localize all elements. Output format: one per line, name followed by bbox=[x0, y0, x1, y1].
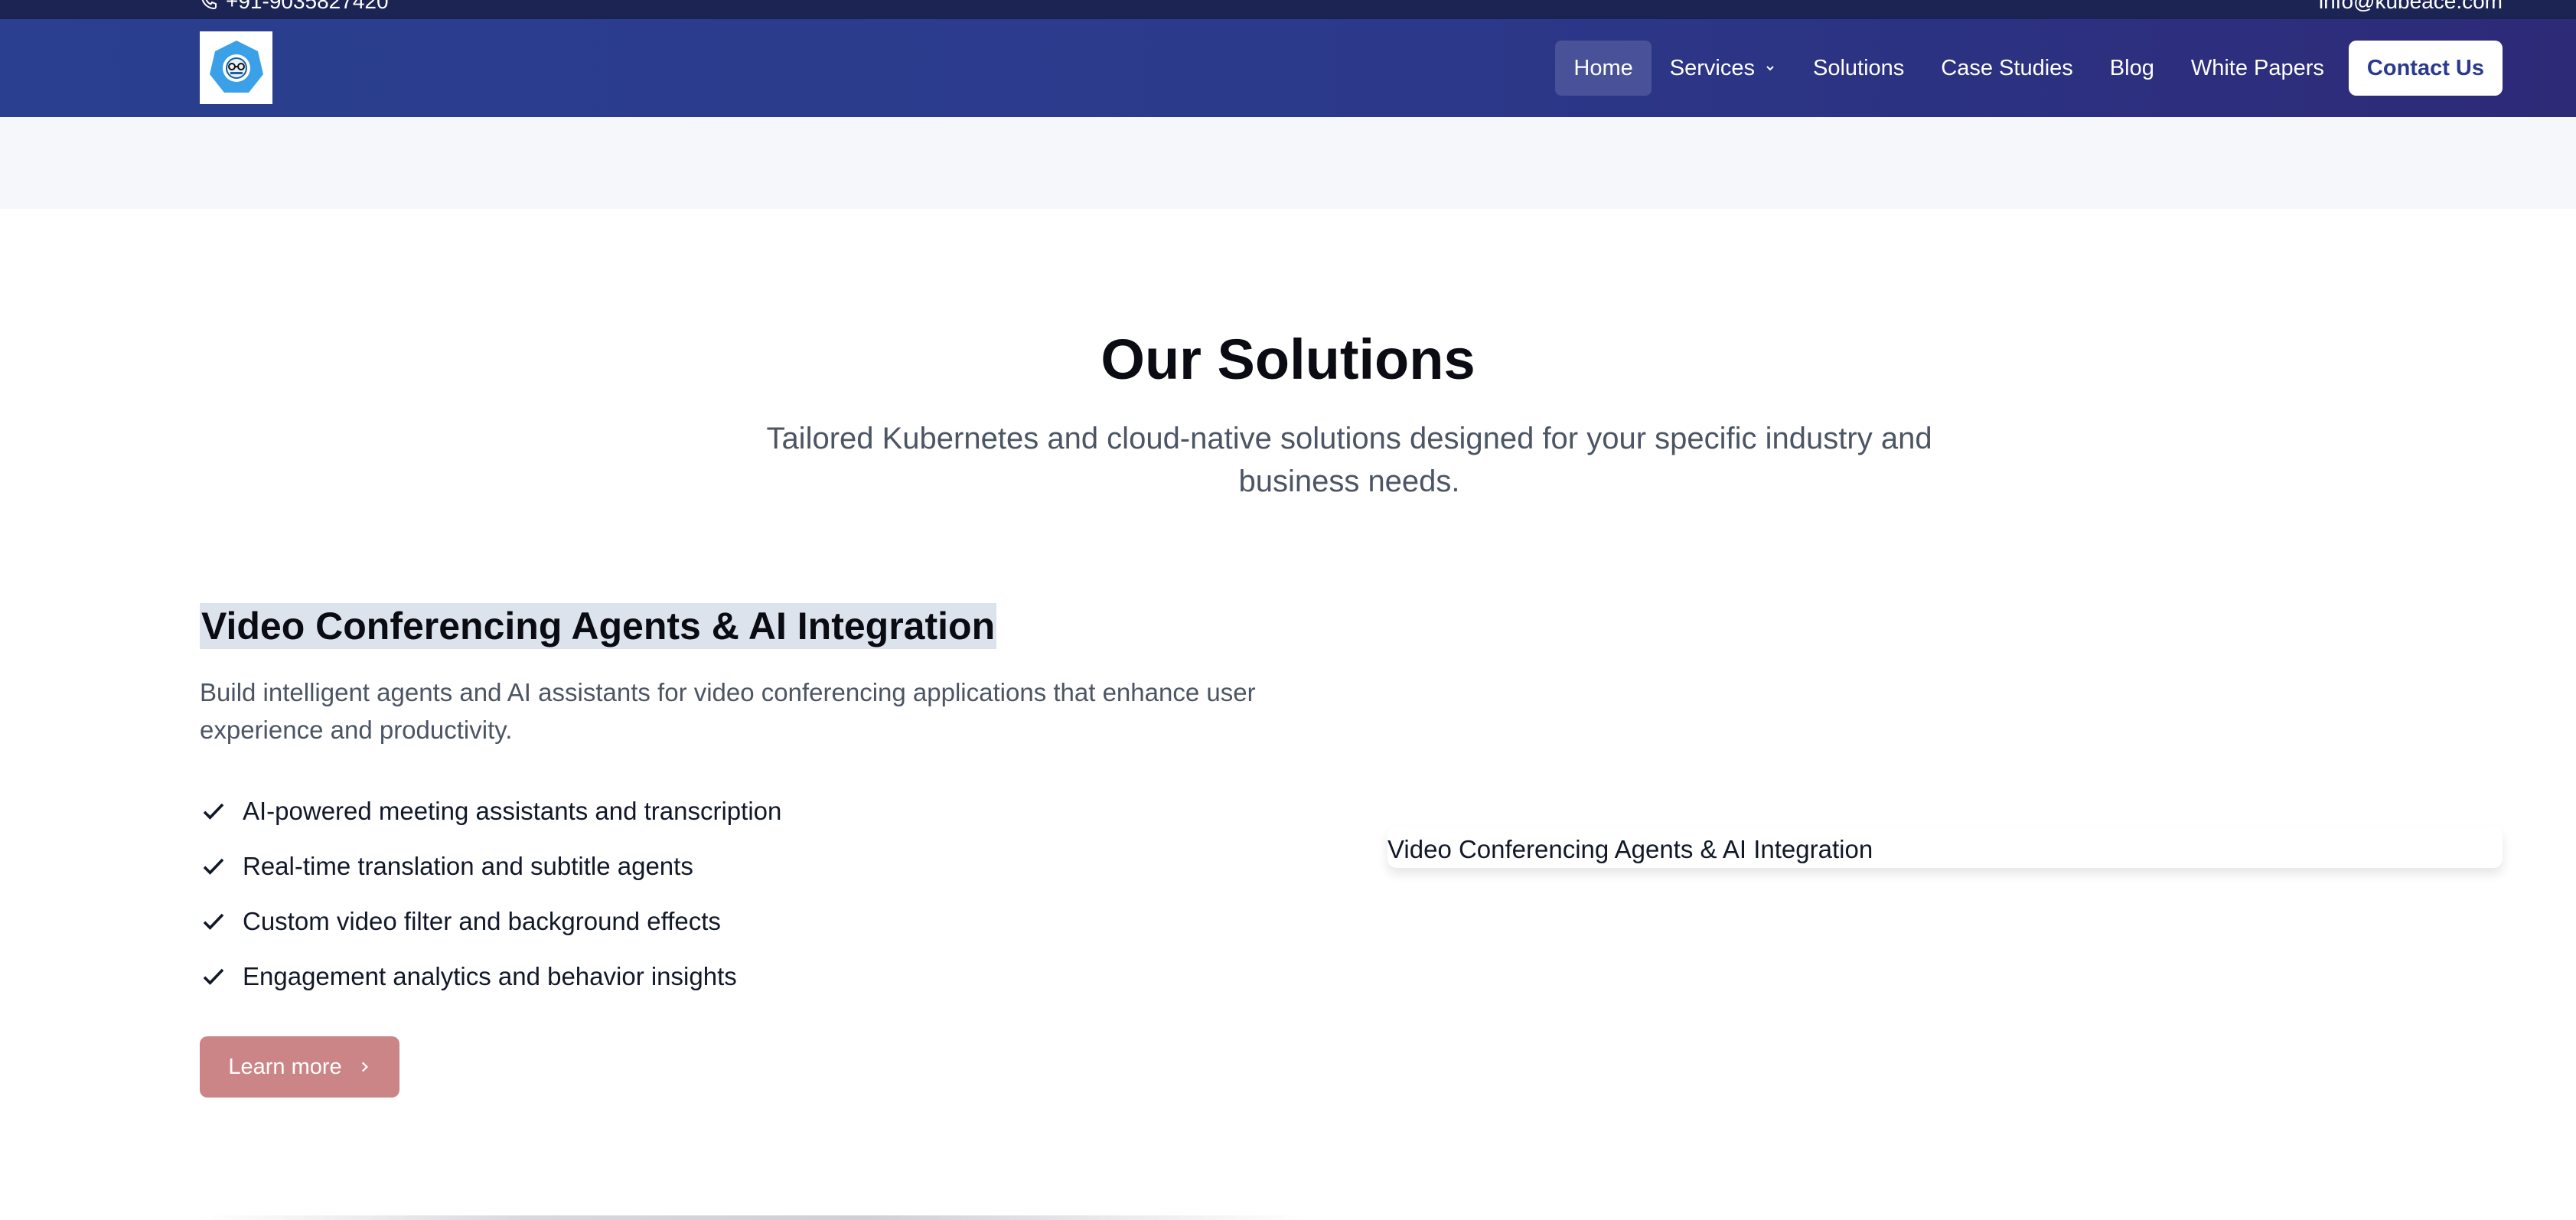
chevron-right-icon bbox=[361, 1062, 368, 1072]
feature-item: Custom video filter and background effec… bbox=[200, 894, 781, 949]
phone-number[interactable]: +91-9035827420 bbox=[226, 0, 389, 14]
nav-solutions-label: Solutions bbox=[1812, 55, 1905, 80]
section-title: Our Solutions bbox=[1101, 328, 1475, 391]
feature-list: AI-powered meeting assistants and transc… bbox=[200, 784, 781, 1004]
site-logo[interactable] bbox=[200, 31, 272, 104]
nav-item-white-papers[interactable]: White Papers bbox=[2173, 41, 2343, 96]
learn-more-button[interactable]: Learn more bbox=[200, 1036, 399, 1098]
main-navbar: Home Services Solutions Case Studies Blo… bbox=[0, 19, 2576, 117]
solution-image-card: Video Conferencing Agents & AI Integrati… bbox=[1387, 827, 2503, 868]
kubernetes-logo-icon bbox=[209, 40, 263, 93]
nav-item-home[interactable]: Home bbox=[1555, 41, 1652, 96]
check-icon bbox=[203, 913, 224, 930]
solution-title: Video Conferencing Agents & AI Integrati… bbox=[200, 603, 997, 649]
solution-description: Build intelligent agents and AI assistan… bbox=[200, 678, 1256, 744]
hero-band bbox=[0, 117, 2576, 209]
section-subtitle: Tailored Kubernetes and cloud-native sol… bbox=[766, 422, 1932, 498]
nav-item-blog[interactable]: Blog bbox=[2092, 41, 2173, 96]
solution-image-alt: Video Conferencing Agents & AI Integrati… bbox=[1387, 835, 1873, 863]
nav-item-services[interactable]: Services bbox=[1652, 41, 1795, 96]
feature-text: Custom video filter and background effec… bbox=[243, 907, 721, 935]
feature-item: Real-time translation and subtitle agent… bbox=[200, 839, 781, 894]
nav-home-label: Home bbox=[1573, 55, 1633, 80]
topbar-phone[interactable]: +91-9035827420 bbox=[200, 0, 389, 14]
nav-menu: Home Services Solutions Case Studies Blo… bbox=[1555, 41, 2503, 96]
feature-item: AI-powered meeting assistants and transc… bbox=[200, 784, 781, 839]
nav-case-studies-label: Case Studies bbox=[1941, 55, 2073, 80]
nav-services-label: Services bbox=[1669, 55, 1755, 80]
check-icon bbox=[203, 858, 224, 875]
feature-text: Real-time translation and subtitle agent… bbox=[243, 852, 693, 880]
nav-item-solutions[interactable]: Solutions bbox=[1795, 41, 1922, 96]
nav-item-case-studies[interactable]: Case Studies bbox=[1922, 41, 2092, 96]
feature-text: AI-powered meeting assistants and transc… bbox=[243, 797, 782, 825]
next-card-edge bbox=[200, 1215, 1309, 1220]
feature-item: Engagement analytics and behavior insigh… bbox=[200, 949, 781, 1004]
top-contact-bar: +91-9035827420 info@kubeace.com bbox=[0, 0, 2576, 19]
chevron-down-icon bbox=[1766, 66, 1774, 71]
nav-blog-label: Blog bbox=[2109, 55, 2154, 80]
nav-white-papers-label: White Papers bbox=[2190, 55, 2324, 80]
check-icon bbox=[203, 968, 224, 985]
feature-text: Engagement analytics and behavior insigh… bbox=[243, 962, 737, 990]
learn-more-label: Learn more bbox=[228, 1054, 342, 1079]
phone-icon bbox=[201, 0, 217, 10]
topbar-email[interactable]: info@kubeace.com bbox=[2319, 0, 2503, 14]
contact-us-button[interactable]: Contact Us bbox=[2348, 41, 2503, 96]
check-icon bbox=[203, 803, 224, 820]
